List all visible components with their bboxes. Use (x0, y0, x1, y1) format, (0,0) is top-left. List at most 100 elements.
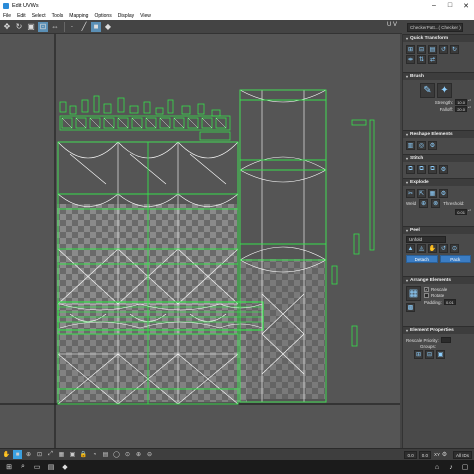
section-stitch[interactable]: ▾ Stitch (403, 154, 474, 162)
explorer-icon[interactable]: ▤ (46, 462, 56, 472)
pelt-map-icon[interactable]: ✋ (428, 244, 437, 253)
group-select-icon[interactable]: ▣ (436, 350, 445, 359)
vertex-icon[interactable]: · (67, 22, 77, 32)
relax-settings-icon[interactable]: ⚙ (428, 141, 437, 150)
task-view-icon[interactable]: ▭ (32, 462, 42, 472)
spinner-icon[interactable]: ▴▾ (468, 209, 471, 215)
v-coordinate-field[interactable]: 0.0 (418, 450, 431, 459)
peel-method-dropdown[interactable]: Unfold (406, 236, 446, 243)
grid-snap-icon[interactable]: ▦ (57, 450, 66, 459)
lock-icon[interactable]: 🔒 (79, 450, 88, 459)
uv-small-shells[interactable] (59, 95, 231, 141)
rescale-priority-field[interactable] (440, 337, 451, 343)
uv-far-right-shells[interactable] (331, 119, 375, 347)
polygon-icon[interactable]: ■ (91, 21, 101, 32)
section-peel[interactable]: ▾ Peel (403, 226, 474, 234)
space-horizontal-icon[interactable]: ⇹ (406, 55, 415, 64)
start-icon[interactable]: ⊞ (4, 462, 14, 472)
shrink-icon[interactable]: ⊖ (145, 450, 154, 459)
pan-icon[interactable]: ✋ (2, 450, 11, 459)
menu-mapping[interactable]: Mapping (69, 13, 88, 19)
stitch-custom-icon[interactable]: ⚙ (439, 165, 448, 174)
section-brush[interactable]: ▾ Brush (403, 72, 474, 80)
material-id-dropdown[interactable]: All IDs (452, 450, 472, 459)
menu-tools[interactable]: Tools (52, 13, 64, 19)
rotate-plus-icon[interactable]: ↻ (450, 45, 459, 54)
section-explode[interactable]: ▾ Explode (403, 178, 474, 186)
straighten-icon[interactable]: ▤ (428, 45, 437, 54)
pack-normalize-icon[interactable]: ▦ (406, 286, 421, 301)
select-element-icon[interactable]: ▤ (101, 450, 110, 459)
peel-mode-icon[interactable]: ◬ (417, 244, 426, 253)
stitch-average-icon[interactable]: ⧉ (428, 165, 437, 174)
volume-icon[interactable]: ♪ (446, 462, 456, 472)
quick-peel-icon[interactable]: ▲ (406, 244, 415, 253)
network-icon[interactable]: ⌂ (432, 462, 442, 472)
app-3ds-max-icon[interactable]: ◆ (60, 462, 70, 472)
pack-button[interactable]: Pack (439, 255, 471, 263)
minimize-button[interactable]: – (426, 0, 442, 11)
break-icon[interactable]: ✂ (406, 189, 415, 198)
falloff-field[interactable]: 20.0 (455, 106, 467, 112)
rotate-icon[interactable]: ↻ (14, 22, 24, 32)
settings-icon[interactable]: ⚙ (440, 450, 449, 459)
rescale-checkbox[interactable]: ✓ (424, 287, 429, 292)
align-vertical-icon[interactable]: ⊟ (417, 45, 426, 54)
uv-canvas[interactable] (0, 34, 400, 448)
rotate-checkbox[interactable] (424, 293, 429, 298)
group-remove-icon[interactable]: ⊟ (425, 350, 434, 359)
u-coordinate-field[interactable]: 0.0 (404, 450, 417, 459)
zoom-extents-icon[interactable]: ⤢ (46, 450, 55, 459)
pack-together-icon[interactable]: ▩ (406, 303, 415, 312)
mirror-icon[interactable]: ⇔ (50, 22, 60, 32)
section-element-properties[interactable]: ▾ Element Properties (403, 326, 474, 334)
pixel-snap-icon[interactable]: ▣ (68, 450, 77, 459)
scale-icon[interactable]: ▣ (26, 22, 36, 32)
relax-brush-icon[interactable]: ✦ (437, 83, 452, 98)
section-quick-transform[interactable]: ▾ Quick Transform (403, 34, 474, 42)
weld-icon[interactable]: ⊕ (419, 199, 429, 208)
loop-icon[interactable]: ⊙ (123, 450, 132, 459)
group-add-icon[interactable]: ⊞ (414, 350, 423, 359)
section-arrange-elements[interactable]: ▾ Arrange Elements (403, 276, 474, 284)
peel-reset-icon[interactable]: ↺ (439, 244, 448, 253)
menu-edit[interactable]: Edit (17, 13, 26, 19)
uv-editor-viewport[interactable] (0, 34, 400, 448)
texture-dropdown[interactable]: CheckerPatt...( Checker ) (407, 23, 463, 32)
paint-brush-icon[interactable]: ✎ (420, 83, 435, 98)
straighten-selection-icon[interactable]: ▥ (406, 141, 415, 150)
padding-field[interactable]: 0.01 (443, 299, 456, 305)
menu-file[interactable]: File (3, 13, 11, 19)
align-horizontal-icon[interactable]: ⊞ (406, 45, 415, 54)
relax-icon[interactable]: ◎ (417, 141, 426, 150)
zoom-region-icon[interactable]: ⊡ (35, 450, 44, 459)
pin-icon[interactable]: ⊙ (450, 244, 459, 253)
edge-icon[interactable]: ╱ (79, 22, 89, 32)
uv-axis-label[interactable]: U V (387, 22, 397, 28)
stitch-target-icon[interactable]: ⧉ (406, 165, 415, 174)
freeform-icon[interactable]: ⊡ (38, 21, 48, 32)
threshold-field[interactable]: 0.01 (455, 209, 467, 215)
weld-all-icon[interactable]: ⊗ (431, 199, 441, 208)
menu-view[interactable]: View (140, 13, 151, 19)
stitch-source-icon[interactable]: ⧉ (417, 165, 426, 174)
maximize-button[interactable]: □ (442, 0, 458, 11)
zoom-icon[interactable]: ⊕ (24, 450, 33, 459)
space-vertical-icon[interactable]: ⇅ (417, 55, 426, 64)
section-reshape-elements[interactable]: ▾ Reshape Elements (403, 130, 474, 138)
flip-icon[interactable]: ⇄ (428, 55, 437, 64)
rotate-minus-icon[interactable]: ↺ (439, 45, 448, 54)
search-icon[interactable]: ⌕ (18, 462, 28, 472)
flatten-icon[interactable]: ▦ (428, 189, 437, 198)
close-button[interactable]: ✕ (458, 0, 474, 11)
notification-icon[interactable]: ▢ (460, 462, 470, 472)
detach-icon[interactable]: ⇱ (417, 189, 426, 198)
element-icon[interactable]: ◆ (103, 22, 113, 32)
menu-options[interactable]: Options (94, 13, 111, 19)
detach-button[interactable]: Detach (406, 255, 438, 263)
strength-field[interactable]: 10.0 (455, 99, 467, 105)
ring-icon[interactable]: ◯ (112, 450, 121, 459)
menu-select[interactable]: Select (32, 13, 46, 19)
soft-select-icon[interactable]: ◔ (90, 450, 99, 459)
spinner-icon[interactable]: ▴▾ (468, 106, 471, 112)
